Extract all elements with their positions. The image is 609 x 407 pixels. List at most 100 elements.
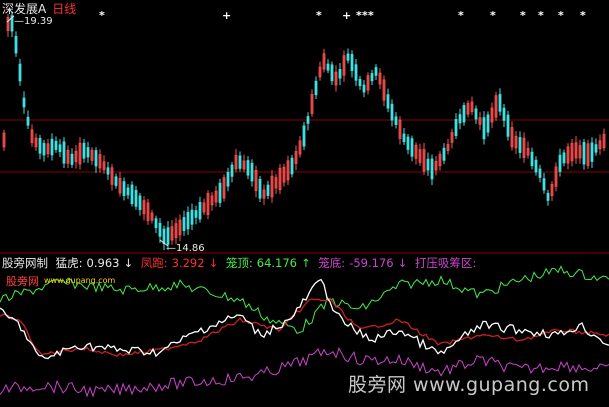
candle-body [86,147,90,158]
candle-body [558,154,562,172]
candle-body [50,138,54,156]
legend-ld-arrow: ↑ [301,256,311,270]
candle-body [358,78,362,87]
candle-body [354,64,358,81]
candle-body [26,116,30,126]
legend-mh-value: 0.963 [86,256,120,270]
signal-marker: * [458,9,464,22]
candle-body [42,142,46,156]
candle-body [458,114,462,124]
candle-body [394,116,398,125]
candle-body [410,138,414,157]
candle-body [386,94,390,109]
candle-body [290,157,294,175]
candle-body [166,227,170,245]
candle-body [402,133,406,143]
candle-body [18,63,22,82]
chart-canvas: —19.39—14.86* + * + * * * * * * * * * [0,9,609,398]
candle-body [326,63,330,71]
signal-marker: + [222,9,231,22]
candle-body [590,142,594,162]
candle-body [194,210,198,218]
legend-ld-value: 64.176 [256,256,297,270]
period-label: 日线 [52,2,77,16]
candle-body [350,54,354,71]
stock-name: 深发展A [2,2,47,16]
candle-body [442,147,446,161]
candle-body [582,141,586,165]
candle-body [486,114,490,133]
legend-ldi-label: 笼底: [318,256,346,270]
signal-marker: * [520,9,526,22]
chart-title: 深发展A 日线 [2,0,76,17]
candle-body [594,144,598,153]
candle-body [134,189,138,207]
candle-body [314,80,318,96]
candle-body [190,209,194,225]
line-mh [0,278,609,360]
candle-body [70,153,74,165]
signal-marker: * [538,9,544,22]
candle-body [542,178,546,191]
watermark-url-small: www.gupang.com [44,276,116,285]
indicator-legend: 股旁网制 猛虎: 0.963 ↓ 凤跑: 3.292 ↓ 笼顶: 64.176 ↑ 笼底: -… [2,255,480,271]
legend-fp-label: 凤跑: [140,256,168,270]
legend-fp-value: 3.292 [171,256,205,270]
legend-extra-label: 打压吸筹区: [414,256,477,270]
high-price-label: —19.39 [14,16,53,27]
low-price-label: —14.86 [166,243,205,254]
candle-body [258,178,262,199]
legend-fp-arrow: ↓ [208,256,219,270]
candle-body [406,136,410,150]
candle-body [54,140,58,150]
candle-body [362,84,366,93]
candle-body [226,172,230,187]
watermark-logo: 股旁网 [6,275,39,288]
candle-body [14,36,18,54]
legend-ldi-arrow: ↓ [397,256,408,270]
candle-body [530,151,534,167]
candle-body [546,192,550,201]
candle-body [518,137,522,153]
candle-body [158,222,162,237]
candle-body [162,228,166,244]
candle-body [306,116,310,124]
legend-mh-arrow: ↓ [123,256,134,270]
candle-body [122,181,126,196]
candle-body [126,187,130,196]
candle-body [502,107,506,121]
candle-body [562,152,566,164]
indicator-title: 股旁网制 [2,256,48,270]
legend-mh-label: 猛虎: [55,256,83,270]
candle-body [58,144,62,152]
candle-body [106,167,110,175]
candle-body [22,97,26,108]
candle-body [130,184,134,205]
candle-body [266,184,270,196]
candle-body [430,158,434,180]
candle-body [538,168,542,178]
signal-marker: * [316,9,322,22]
candle-body [154,218,158,229]
candle-body [230,164,234,177]
candle-body [390,103,394,121]
legend-ldi-value: -59.176 [349,256,394,270]
candle-body [250,162,254,182]
candle-body [462,105,466,123]
candle-body [346,53,350,61]
signal-marker: + [342,9,351,22]
candle-body [82,142,86,159]
candle-body [246,160,250,176]
candle-body [138,195,142,211]
candle-body [62,141,66,164]
candle-body [198,202,202,220]
candle-body [330,64,334,82]
signal-marker: * [368,9,374,22]
candle-body [238,155,242,169]
candle-body [338,69,342,79]
candle-body [482,117,486,140]
watermark-bottom: 股旁网 www.gupang.com [348,374,590,396]
signal-marker: * [558,9,564,22]
candle-body [370,73,374,82]
signal-marker: * [99,9,105,22]
